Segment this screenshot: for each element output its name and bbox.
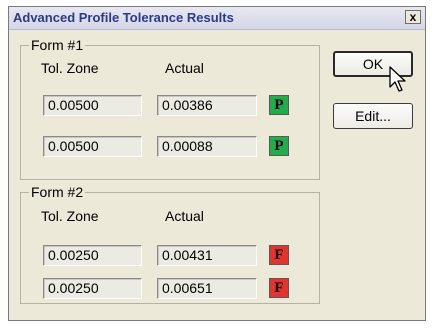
title-bar: Advanced Profile Tolerance Results x bbox=[9, 7, 425, 30]
form-2-group: Form #2 Tol. Zone Actual 0.00250 0.00431… bbox=[20, 184, 320, 304]
actual-header: Actual bbox=[165, 60, 204, 76]
actual-field[interactable]: 0.00386 bbox=[157, 95, 257, 116]
tol-zone-field[interactable]: 0.00250 bbox=[43, 245, 142, 266]
mouse-pointer-icon bbox=[389, 66, 406, 92]
form-2-label: Form #2 bbox=[29, 184, 86, 200]
tol-zone-field[interactable]: 0.00500 bbox=[43, 95, 142, 116]
form-1-label: Form #1 bbox=[29, 37, 86, 53]
pass-badge: P bbox=[269, 136, 289, 156]
tol-zone-header: Tol. Zone bbox=[41, 60, 99, 76]
pass-badge: P bbox=[269, 95, 289, 115]
fail-badge: F bbox=[269, 245, 289, 265]
edit-button[interactable]: Edit... bbox=[333, 103, 413, 129]
close-button[interactable]: x bbox=[405, 10, 421, 24]
close-icon: x bbox=[409, 10, 417, 24]
actual-field[interactable]: 0.00651 bbox=[157, 278, 257, 299]
tol-zone-field[interactable]: 0.00250 bbox=[43, 278, 142, 299]
tolerance-results-dialog: Advanced Profile Tolerance Results x For… bbox=[8, 6, 426, 321]
tol-zone-header: Tol. Zone bbox=[41, 208, 99, 224]
dialog-title: Advanced Profile Tolerance Results bbox=[13, 10, 234, 25]
actual-field[interactable]: 0.00088 bbox=[157, 136, 257, 157]
actual-header: Actual bbox=[165, 208, 204, 224]
actual-field[interactable]: 0.00431 bbox=[157, 245, 257, 266]
form-1-group: Form #1 Tol. Zone Actual 0.00500 0.00386… bbox=[20, 37, 320, 180]
tol-zone-field[interactable]: 0.00500 bbox=[43, 136, 142, 157]
fail-badge: F bbox=[269, 278, 289, 298]
